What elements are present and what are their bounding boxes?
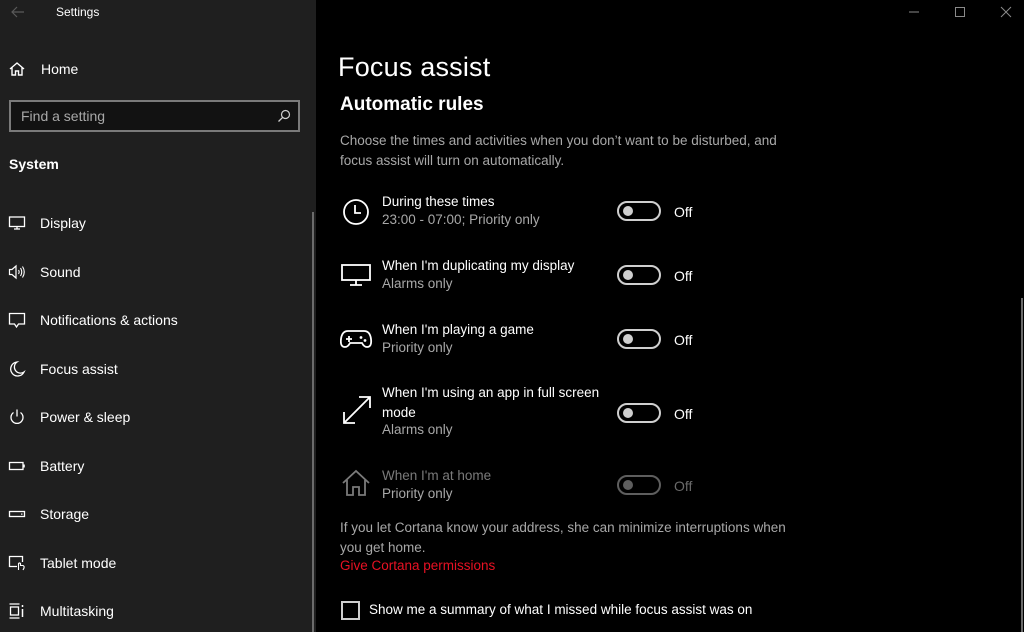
toggle-knob: [623, 480, 633, 490]
maximize-button[interactable]: [936, 0, 982, 24]
speaker-icon: [8, 264, 25, 280]
summary-checkbox-row[interactable]: Show me a summary of what I missed while…: [340, 600, 800, 622]
home-icon: [342, 469, 370, 496]
toggle-knob: [623, 270, 633, 280]
rule-full-screen-app: When I'm using an app in full screen mod…: [340, 383, 770, 443]
summary-checkbox[interactable]: [341, 601, 360, 620]
sidebar-item-label: Notifications & actions: [40, 312, 178, 328]
toggle-knob: [623, 334, 633, 344]
sidebar-home[interactable]: Home: [0, 54, 316, 84]
main-scrollbar[interactable]: [1021, 298, 1023, 632]
give-cortana-permissions-link[interactable]: Give Cortana permissions: [340, 558, 495, 573]
rule-subtitle: 23:00 - 07:00; Priority only: [382, 212, 540, 227]
storage-icon: [8, 510, 26, 518]
rule-duplicating-display: When I'm duplicating my display Alarms o…: [340, 256, 770, 296]
battery-icon: [8, 461, 25, 471]
sidebar-item-power-sleep[interactable]: Power & sleep: [0, 396, 310, 436]
minimize-icon: [909, 11, 919, 13]
moon-icon: [10, 361, 26, 377]
rule-toggle[interactable]: [617, 329, 661, 349]
sidebar-item-focus-assist[interactable]: Focus assist: [0, 348, 310, 388]
sidebar-item-label: Focus assist: [40, 361, 118, 377]
toggle-knob: [623, 408, 633, 418]
monitor-icon: [8, 216, 26, 230]
sidebar-item-label: Power & sleep: [40, 409, 131, 425]
toggle-state: Off: [674, 406, 693, 422]
power-icon: [10, 409, 24, 424]
back-arrow-icon: [11, 6, 24, 18]
summary-checkbox-label: Show me a summary of what I missed while…: [369, 602, 753, 617]
rule-toggle[interactable]: [617, 201, 661, 221]
back-button[interactable]: [8, 2, 28, 22]
rule-subtitle: Priority only: [382, 486, 453, 501]
search-box[interactable]: [9, 100, 300, 132]
sidebar-item-display[interactable]: Display: [0, 202, 310, 242]
toggle-state: Off: [674, 204, 693, 220]
multitasking-icon: [9, 603, 24, 619]
sidebar: Settings Home System Display Sound Notif…: [0, 0, 316, 632]
fullscreen-icon: [343, 396, 371, 424]
app-title: Settings: [56, 5, 100, 19]
sidebar-section-title: System: [9, 156, 59, 172]
tablet-mode-icon: [8, 555, 25, 571]
clock-icon: [343, 199, 369, 225]
sidebar-item-label: Multitasking: [40, 603, 114, 619]
rule-subtitle: Alarms only: [382, 422, 453, 437]
search-icon[interactable]: [277, 109, 291, 123]
toggle-state: Off: [674, 478, 693, 494]
rule-playing-game: When I'm playing a game Priority only Of…: [340, 320, 770, 360]
main-pane: Focus assist Automatic rules Choose the …: [316, 0, 1024, 632]
minimize-button[interactable]: [890, 0, 936, 24]
sidebar-item-label: Storage: [40, 506, 90, 522]
sidebar-item-label: Sound: [40, 264, 81, 280]
rule-toggle[interactable]: [617, 475, 661, 495]
monitor-icon: [341, 264, 371, 286]
sidebar-item-label: Battery: [40, 458, 85, 474]
sidebar-item-sound[interactable]: Sound: [0, 251, 310, 291]
rule-toggle[interactable]: [617, 403, 661, 423]
sidebar-item-tablet-mode[interactable]: Tablet mode: [0, 542, 310, 582]
rule-title: When I'm using an app in full screen mod…: [382, 385, 600, 420]
sidebar-item-label: Tablet mode: [40, 555, 117, 571]
close-icon: [1000, 6, 1012, 18]
page-title: Focus assist: [338, 52, 491, 82]
rule-title: During these times: [382, 194, 495, 209]
rule-at-home: When I'm at home Priority only Off: [340, 466, 770, 506]
rule-toggle[interactable]: [617, 265, 661, 285]
home-label: Home: [41, 61, 79, 77]
toggle-state: Off: [674, 268, 693, 284]
titlebar-left: Settings: [0, 0, 316, 24]
sidebar-item-notifications[interactable]: Notifications & actions: [0, 299, 310, 339]
maximize-icon: [955, 7, 965, 17]
toggle-knob: [623, 206, 633, 216]
rule-subtitle: Alarms only: [382, 276, 453, 291]
section-description: Choose the times and activities when you…: [340, 133, 777, 168]
rule-during-these-times: During these times 23:00 - 07:00; Priori…: [340, 192, 770, 232]
sidebar-item-multitasking[interactable]: Multitasking: [0, 590, 310, 630]
sidebar-item-storage[interactable]: Storage: [0, 493, 310, 533]
search-input[interactable]: [21, 107, 261, 125]
notification-icon: [8, 312, 26, 329]
rule-title: When I'm duplicating my display: [382, 258, 575, 273]
gamepad-icon: [340, 330, 373, 348]
rule-title: When I'm playing a game: [382, 322, 534, 337]
rule-subtitle: Priority only: [382, 340, 453, 355]
cortana-note: If you let Cortana know your address, sh…: [340, 520, 786, 555]
sidebar-item-battery[interactable]: Battery: [0, 445, 310, 485]
sidebar-item-label: Display: [40, 215, 86, 231]
section-title: Automatic rules: [340, 94, 484, 115]
close-button[interactable]: [982, 0, 1024, 24]
toggle-state: Off: [674, 332, 693, 348]
home-icon: [9, 62, 25, 76]
sidebar-scrollbar[interactable]: [312, 212, 314, 632]
rule-title: When I'm at home: [382, 468, 492, 483]
